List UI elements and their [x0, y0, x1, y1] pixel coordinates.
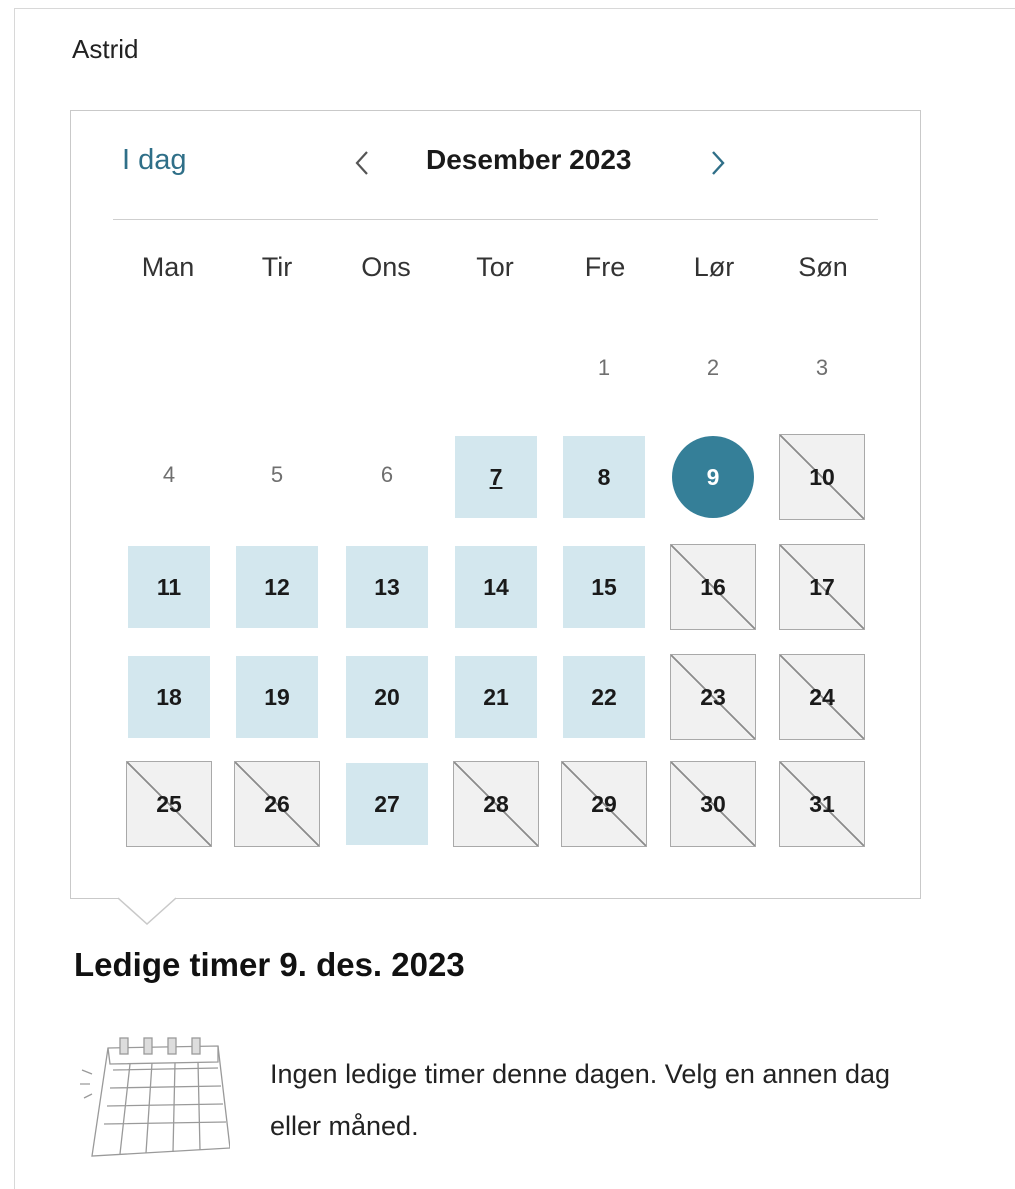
day-number: 6: [380, 462, 394, 487]
day-number: 11: [156, 573, 182, 600]
day-cell-unavailable: 30: [670, 761, 756, 847]
day-cell-unavailable: 17: [779, 544, 865, 630]
day-cell-available[interactable]: 8: [563, 436, 645, 518]
day-cell-unavailable: 16: [670, 544, 756, 630]
day-cell-available[interactable]: 22: [563, 656, 645, 738]
day-cell-past: 1: [563, 327, 645, 409]
day-cell-available[interactable]: 13: [346, 546, 428, 628]
day-cell-available[interactable]: 14: [455, 546, 537, 628]
day-number: 1: [597, 355, 611, 380]
day-number: 18: [156, 683, 182, 710]
day-number: 14: [483, 573, 509, 600]
calendar-icon: [80, 1037, 230, 1157]
day-cell-past: 4: [128, 434, 210, 516]
day-number: 29: [591, 790, 617, 817]
day-number: 10: [809, 463, 835, 490]
day-number: 15: [591, 573, 617, 600]
day-number: 12: [264, 573, 290, 600]
day-cell-available[interactable]: 7: [455, 436, 537, 518]
day-number: 27: [374, 790, 400, 817]
day-number: 8: [597, 463, 611, 490]
day-cell-available[interactable]: 18: [128, 656, 210, 738]
day-grid: 1 2 3 4 5 6 7 8 9 10 11 12 13 14 15 16 17 18 19 20 21 22 23 24 2…: [113, 0, 878, 1189]
day-cell-unavailable: 23: [670, 654, 756, 740]
day-cell-unavailable: 10: [779, 434, 865, 520]
day-cell-past: 3: [781, 327, 863, 409]
day-number: 28: [483, 790, 509, 817]
day-number: 19: [264, 683, 290, 710]
day-number: 4: [162, 462, 176, 487]
day-number: 22: [591, 683, 617, 710]
day-cell-unavailable: 25: [126, 761, 212, 847]
day-cell-unavailable: 31: [779, 761, 865, 847]
day-number: 24: [809, 683, 835, 710]
day-number: 7: [489, 463, 503, 490]
empty-slots-message: Ingen ledige timer denne dagen. Velg en …: [270, 1059, 891, 1141]
day-cell-selected[interactable]: 9: [672, 436, 754, 518]
day-number: 9: [706, 463, 720, 490]
day-number: 20: [374, 683, 400, 710]
day-number: 16: [700, 573, 726, 600]
day-number: 23: [700, 683, 726, 710]
day-cell-available[interactable]: 19: [236, 656, 318, 738]
day-number: 21: [483, 683, 509, 710]
day-cell-unavailable: 29: [561, 761, 647, 847]
day-number: 25: [156, 790, 182, 817]
day-cell-available[interactable]: 11: [128, 546, 210, 628]
day-cell-available[interactable]: 15: [563, 546, 645, 628]
day-cell-unavailable: 24: [779, 654, 865, 740]
day-number: 5: [270, 462, 284, 487]
day-number: 26: [264, 790, 290, 817]
day-cell-available[interactable]: 27: [346, 763, 428, 845]
day-cell-past: 6: [346, 434, 428, 516]
available-slots-title: Ledige timer 9. des. 2023: [74, 946, 465, 983]
day-cell-past: 2: [672, 327, 754, 409]
day-cell-unavailable: 28: [453, 761, 539, 847]
day-number: 17: [809, 573, 835, 600]
day-number: 2: [706, 355, 720, 380]
day-cell-available[interactable]: 21: [455, 656, 537, 738]
day-number: 30: [700, 790, 726, 817]
day-number: 3: [815, 355, 829, 380]
day-number: 13: [374, 573, 400, 600]
day-number: 31: [809, 790, 835, 817]
day-cell-available[interactable]: 20: [346, 656, 428, 738]
day-cell-past: 5: [236, 434, 318, 516]
day-cell-available[interactable]: 12: [236, 546, 318, 628]
day-cell-unavailable: 26: [234, 761, 320, 847]
